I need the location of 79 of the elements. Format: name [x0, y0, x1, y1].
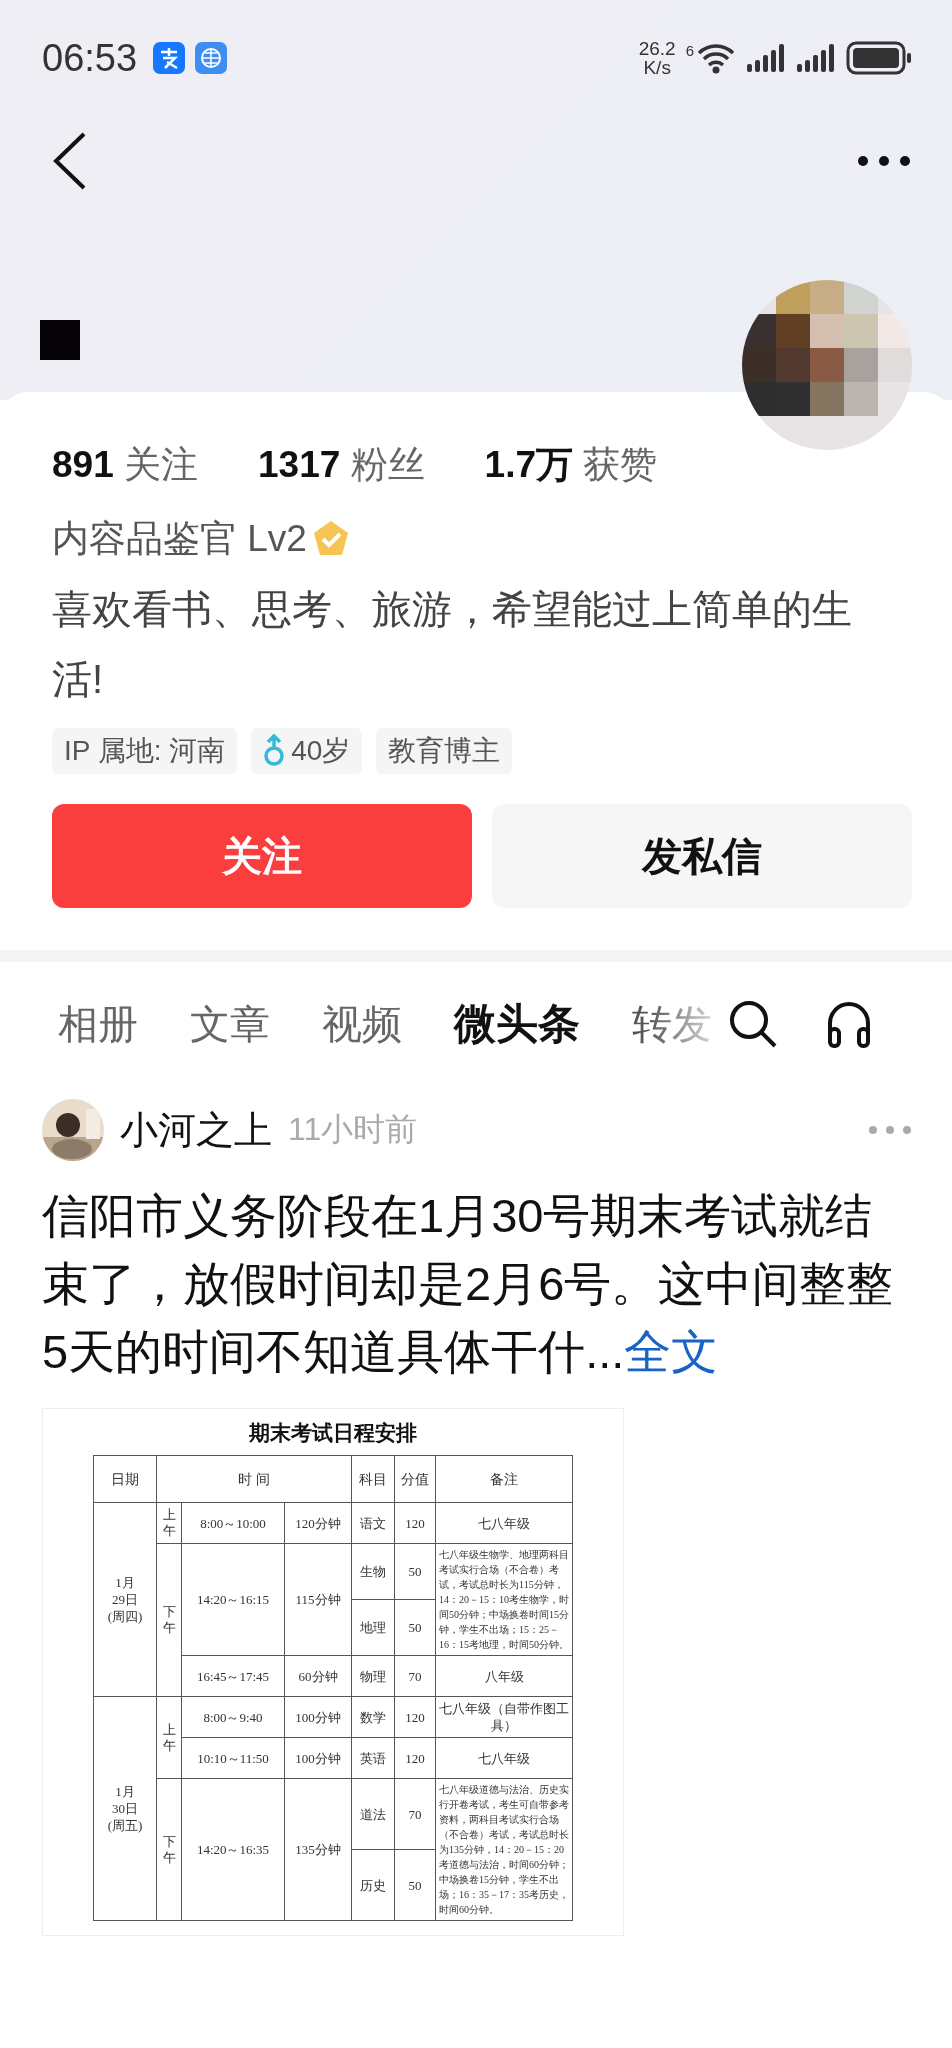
table-cell: 135分钟: [284, 1778, 352, 1921]
table-cell: 120: [394, 1502, 436, 1544]
male-icon: [263, 734, 286, 768]
table-header: 分值: [394, 1455, 436, 1503]
wifi-icon: [696, 42, 736, 74]
table-cell: 七八年级生物学、地理两科目考试实行合场（不合卷）考试，考试总时长为115分钟，14：20－15：10考生物学，时间50分钟；中场换卷时间15分钟，学生不出场；15：25－16：15考地理，时间50分钟。: [435, 1543, 573, 1656]
user-title: 内容品鉴官 Lv2: [52, 517, 307, 561]
table-cell: 70: [394, 1655, 436, 1697]
post-text: 信阳市义务阶段在1月30号期末考试就结束了，放假时间却是2月6号。这中间整整5天的时间不知道具体干什...全文: [42, 1188, 895, 1380]
table-cell: 上午: [156, 1502, 182, 1544]
table-cell: 七八年级道德与法治、历史实行开卷考试，考生可自带参考资料，两科目考试实行合场（不合卷）考试，考试总时长为135分钟，14：20－15：20考道德与法治，时间60分钟；中场换卷15分钟，学生不出场；16：35－17：35考历史，时间60分钟。: [435, 1778, 573, 1921]
table-cell: 八年级: [435, 1655, 573, 1697]
table-cell: 生物: [351, 1543, 395, 1600]
table-cell: 50: [394, 1543, 436, 1600]
table-cell: 下午: [156, 1778, 182, 1921]
globe-app-icon: [195, 42, 228, 74]
follow-button[interactable]: 关注: [52, 804, 472, 908]
tab[interactable]: 相册: [58, 996, 138, 1052]
table-cell: 60分钟: [284, 1655, 352, 1697]
table-cell: 下午: [156, 1543, 182, 1697]
table-header: 日期: [93, 1455, 157, 1503]
signal-icon: [746, 44, 786, 72]
table-cell: 物理: [351, 1655, 395, 1697]
profile-stat[interactable]: 1317 粉丝: [258, 440, 425, 490]
table-cell: 数学: [351, 1696, 395, 1738]
signal-icon: [796, 44, 836, 72]
table-cell: 100分钟: [284, 1696, 352, 1738]
table-cell: 七八年级（自带作图工具）: [435, 1696, 573, 1738]
table-cell: 1月 29日 (周四): [93, 1502, 157, 1697]
table-cell: 1月 30日 (周五): [93, 1696, 157, 1921]
table-cell: 70: [394, 1778, 436, 1850]
document-title: 期末考试日程安排: [249, 1420, 417, 1447]
network-type-label: 6: [685, 42, 694, 59]
table-cell: 120: [394, 1696, 436, 1738]
network-speed: 26.2 K/s: [638, 39, 676, 77]
document-image[interactable]: [42, 1408, 624, 1936]
table-cell: 地理: [351, 1599, 395, 1656]
table-cell: 英语: [351, 1737, 395, 1779]
table-cell: 100分钟: [284, 1737, 352, 1779]
redaction-mark: [40, 320, 80, 360]
table-cell: 14:20～16:35: [181, 1778, 285, 1921]
profile-tag: 40岁: [251, 728, 363, 774]
tab[interactable]: 微头条: [454, 996, 580, 1052]
clock-time: 06:53: [42, 36, 138, 80]
table-cell: 七八年级: [435, 1737, 573, 1779]
table-cell: 14:20～16:15: [181, 1543, 285, 1656]
table-header: 时 间: [156, 1455, 352, 1503]
payment-app-icon: [153, 42, 186, 74]
back-icon[interactable]: [52, 131, 88, 191]
tab[interactable]: 视频: [322, 996, 402, 1052]
table-cell: 8:00～9:40: [181, 1696, 285, 1738]
table-cell: 16:45～17:45: [181, 1655, 285, 1697]
table-cell: 语文: [351, 1502, 395, 1544]
tab[interactable]: 转发: [632, 996, 712, 1052]
bio-text: 喜欢看书、思考、旅游，希望能过上简单的生活!: [52, 586, 853, 703]
table-cell: 115分钟: [284, 1543, 352, 1656]
battery-icon: [846, 41, 912, 75]
tab[interactable]: 文章: [190, 996, 270, 1052]
author-name[interactable]: 小河之上: [120, 1104, 272, 1156]
table-cell: 七八年级: [435, 1502, 573, 1544]
table-cell: 120: [394, 1737, 436, 1779]
search-icon[interactable]: [728, 999, 778, 1049]
table-cell: 上午: [156, 1696, 182, 1779]
table-cell: 8:00～10:00: [181, 1502, 285, 1544]
headphones-icon[interactable]: [826, 999, 872, 1049]
table-cell: 历史: [351, 1849, 395, 1921]
profile-tag: 教育博主: [376, 728, 513, 774]
post-time: 11小时前: [288, 1110, 418, 1149]
profile-tag: IP 属地: 河南: [52, 728, 238, 774]
message-button[interactable]: 发私信: [492, 804, 912, 908]
table-cell: 10:10～11:50: [181, 1737, 285, 1779]
full-text-link[interactable]: 全文: [624, 1325, 719, 1378]
table-cell: 120分钟: [284, 1502, 352, 1544]
table-header: 备注: [435, 1455, 573, 1503]
profile-stat[interactable]: 1.7万 获赞: [484, 440, 658, 490]
profile-stat[interactable]: 891 关注: [52, 440, 198, 490]
table-cell: 道法: [351, 1778, 395, 1850]
more-icon[interactable]: [856, 154, 912, 168]
table-header: 科目: [351, 1455, 395, 1503]
